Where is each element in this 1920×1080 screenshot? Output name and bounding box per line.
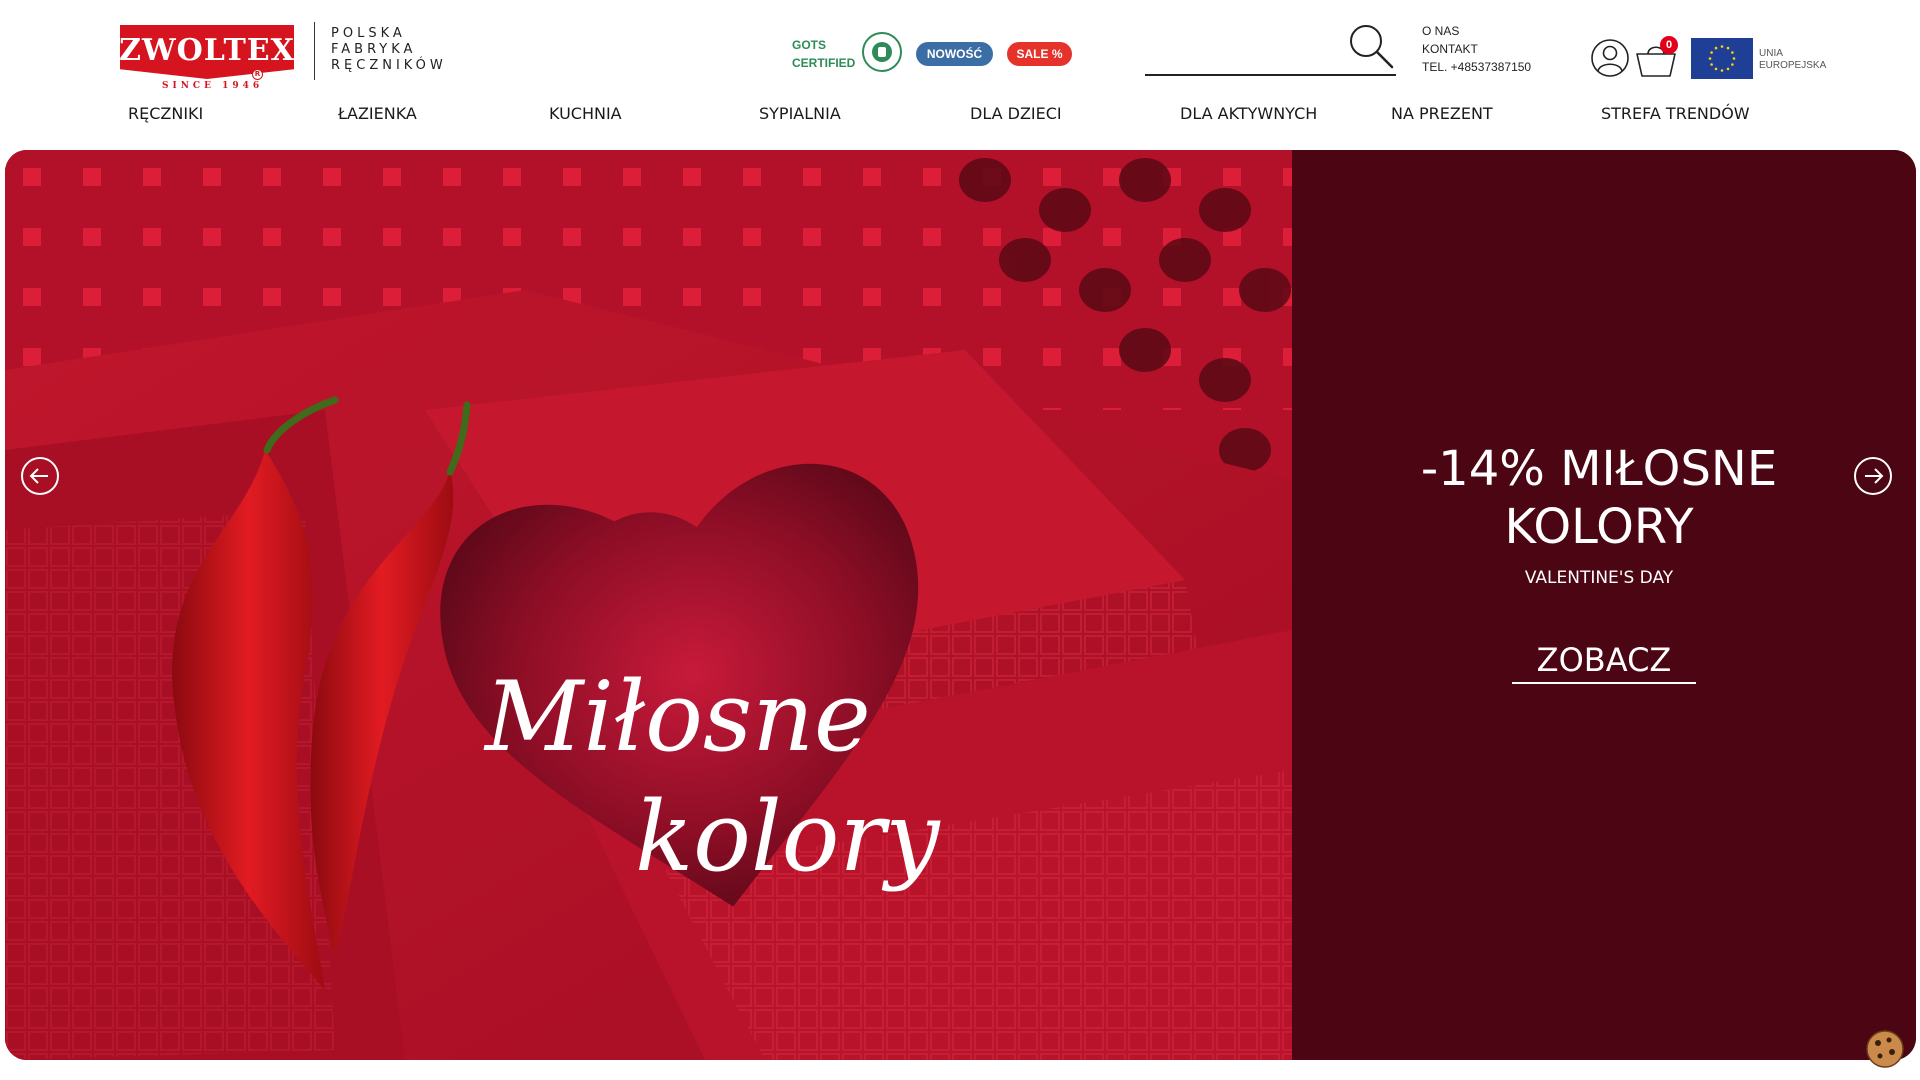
contact-link[interactable]: KONTAKT: [1422, 40, 1531, 58]
tagline-line: RĘCZNIKÓW: [331, 58, 447, 73]
tagline-line: POLSKA: [331, 26, 406, 41]
promo-title: -14% MIŁOSNE KOLORY: [1287, 440, 1911, 556]
promo-title-line1: -14% MIŁOSNE: [1420, 441, 1778, 497]
nav-item-reczniki[interactable]: RĘCZNIKI: [128, 104, 203, 123]
nav-item-sypialnia[interactable]: SYPIALNIA: [759, 104, 841, 123]
sale-button[interactable]: SALE %: [1007, 42, 1072, 66]
nav-item-strefa-trendow[interactable]: STREFA TRENDÓW: [1601, 104, 1750, 123]
gots-badge-icon: [862, 32, 902, 72]
main-nav: RĘCZNIKI ŁAZIENKA KUCHNIA SYPIALNIA DLA …: [0, 104, 1920, 130]
brand-logo[interactable]: ZWOLTEX R SINCE 1946: [120, 25, 296, 91]
nav-item-dla-aktywnych[interactable]: DLA AKTYWNYCH: [1180, 104, 1317, 123]
tagline-line: FABRYKA: [331, 42, 417, 57]
eu-line1: UNIA: [1759, 48, 1783, 59]
search-icon[interactable]: [1347, 22, 1395, 70]
search-box: [1145, 22, 1396, 76]
hero-script-line2: kolory: [635, 781, 941, 893]
hero-script-line1: Miłosne: [483, 661, 871, 773]
cart-count-badge: 0: [1660, 36, 1678, 54]
brand-since: SINCE 1946: [162, 81, 264, 91]
nav-item-kuchnia[interactable]: KUCHNIA: [549, 104, 622, 123]
nav-item-na-prezent[interactable]: NA PREZENT: [1391, 104, 1493, 123]
tagline-divider: [314, 22, 315, 80]
hero-promo-panel: [1292, 150, 1916, 1060]
user-icon[interactable]: [1590, 38, 1630, 78]
nav-item-lazienka[interactable]: ŁAZIENKA: [338, 104, 417, 123]
brand-tagline: POLSKA FABRYKA RĘCZNIKÓW: [331, 26, 447, 74]
top-links: O NAS KONTAKT TEL. +48537387150: [1422, 22, 1531, 76]
about-link[interactable]: O NAS: [1422, 22, 1531, 40]
gots-line1: GOTS: [792, 38, 827, 52]
arrow-right-icon[interactable]: [1853, 456, 1893, 496]
site-header: ZWOLTEX R SINCE 1946 POLSKA FABRYKA RĘCZ…: [0, 0, 1920, 150]
hero-slider: Miłosne kolory: [5, 150, 1916, 1060]
arrow-left-icon[interactable]: [20, 456, 60, 496]
new-products-button[interactable]: NOWOŚĆ: [916, 42, 993, 66]
promo-title-line2: KOLORY: [1504, 499, 1694, 555]
brand-logo-box: ZWOLTEX: [120, 25, 294, 79]
eu-line2: EUROPEJSKA: [1759, 60, 1827, 71]
cookie-icon[interactable]: [1864, 1028, 1906, 1070]
eu-flag-icon: [1691, 38, 1753, 79]
hero-image[interactable]: Miłosne kolory: [5, 150, 1292, 1060]
phone-link[interactable]: TEL. +48537387150: [1422, 58, 1531, 76]
nav-item-dla-dzieci[interactable]: DLA DZIECI: [970, 104, 1062, 123]
promo-subtitle: VALENTINE'S DAY: [1524, 568, 1674, 588]
brand-name: ZWOLTEX: [119, 32, 295, 68]
gots-line2: CERTIFIED: [792, 56, 856, 70]
gots-label: GOTS CERTIFIED: [792, 36, 855, 72]
registered-mark: R: [252, 69, 263, 80]
promo-cta-button[interactable]: ZOBACZ: [1512, 640, 1696, 684]
eu-label: UNIA EUROPEJSKA: [1759, 48, 1826, 72]
